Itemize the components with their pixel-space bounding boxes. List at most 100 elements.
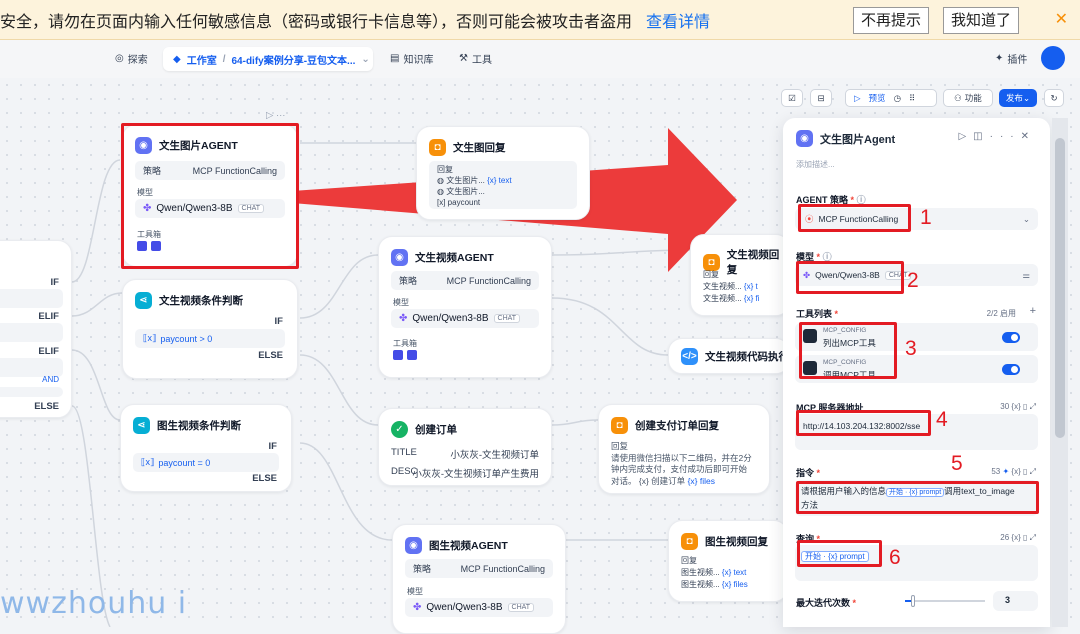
play-icon[interactable]: ▷ — [854, 93, 861, 104]
agent-icon: ◉ — [796, 130, 813, 147]
video-condition-node[interactable]: ⋖ 文生视频条件判断 IF ⟦x⟧ paycount > 0 ELSE — [122, 279, 298, 379]
annotation-box — [796, 481, 1039, 514]
reply-label: 回复 — [681, 556, 697, 565]
model-row: ✤ Qwen/Qwen3-8B CHAT — [391, 309, 539, 328]
annotation-box — [798, 204, 911, 232]
branch-icon: ⋖ — [133, 417, 150, 434]
instruction-tools[interactable]: 53 ✦ {x} ▯ ⤢ — [991, 467, 1036, 477]
query-tools[interactable]: 26 {x} ▯ ⤢ — [1000, 533, 1036, 543]
video-agent-node[interactable]: ◉ 文生视频AGENT 策略 MCP FunctionCalling 模型 ✤ Qwe… — [378, 236, 552, 378]
order-icon: ✓ — [391, 421, 408, 438]
if-label: IF — [268, 441, 277, 452]
annotation-box — [796, 261, 904, 294]
i2v-condition-node[interactable]: ⋖ 图生视频条件判断 IF ⟦x⟧ paycount = 0 ELSE — [120, 404, 292, 492]
server-tools[interactable]: 30 {x} ▯ ⤢ — [1000, 402, 1036, 412]
field-value: 小灰灰-文生视频订单 — [450, 450, 539, 461]
node-title: 图生视频条件判断 — [157, 420, 241, 432]
model-label: 模型 — [393, 298, 409, 307]
reply-var: 图生视频... — [681, 580, 720, 589]
video-reply-node[interactable]: ◘ 文生视频回复 回复 文生视频... {x} t 文生视频... {x} fi — [690, 234, 790, 316]
cond-row — [0, 387, 63, 397]
strategy-label: 策略 — [413, 564, 432, 574]
preview-button[interactable]: 预览 — [869, 92, 886, 104]
left-condition-node[interactable]: IF ELIF ELIF AND ELSE — [0, 240, 72, 418]
tool-toggle[interactable] — [1002, 364, 1020, 375]
image-reply-node[interactable]: ◘ 文生图回复 回复 ◍ 文生图片... {x} text ◍ 文生图片... [… — [416, 126, 590, 220]
annotation-number: 6 — [889, 546, 901, 569]
field-key: TITLE — [391, 447, 417, 458]
annotation-box — [797, 540, 882, 567]
reply-content: 回复 图生视频... {x} text 图生视频... {x} files — [681, 555, 748, 591]
elif-label: ELIF — [38, 346, 59, 357]
features-button[interactable]: ⚇ 功能 — [943, 89, 993, 107]
reply-label: 回复 — [437, 165, 453, 174]
code-icon: </> — [681, 348, 698, 365]
cond-row — [0, 323, 63, 342]
condition-expr: paycount > 0 — [160, 333, 213, 344]
tools-label: 工具列表 * — [796, 309, 839, 319]
annotation-number: 2 — [907, 269, 919, 292]
reply-var: 图生视频... — [681, 568, 720, 577]
history-icon[interactable]: ◷ — [894, 93, 901, 104]
reply-icon: ◘ — [611, 417, 628, 434]
description-input[interactable]: 添加描述... — [796, 159, 835, 170]
video-code-node[interactable]: </> 文生视频代码执行 — [668, 338, 790, 374]
panel-actions[interactable]: ▷◫···✕ — [958, 131, 1036, 142]
server-count: 30 — [1000, 402, 1010, 411]
model-value: Qwen/Qwen3-8B — [412, 313, 489, 324]
reply-body: 对话。 — [611, 475, 637, 486]
env-button[interactable]: ⊟ — [810, 89, 832, 107]
var-tag: {x} t — [743, 282, 758, 291]
condition-row: ⟦x⟧ paycount > 0 — [135, 329, 285, 348]
agent-icon: ◉ — [405, 537, 422, 554]
iteration-slider[interactable] — [905, 595, 985, 607]
reply-var: 文生图片... — [446, 176, 485, 185]
slider-handle[interactable] — [911, 595, 915, 607]
payment-reply-node[interactable]: ◘ 创建支付订单回复 回复 请使用微信扫描以下二维码，并在2分 钟内完成支付，支付… — [598, 404, 770, 494]
publish-button[interactable]: 发布 ⌄ — [999, 89, 1037, 107]
i2v-agent-node[interactable]: ◉ 图生视频AGENT 策略 MCP FunctionCalling 模型 ✤ Qwe… — [392, 524, 566, 634]
chevron-down-icon: ⌄ — [1022, 92, 1031, 103]
var-tag: {x} files — [687, 475, 715, 486]
panel-title: 文生图片Agent — [820, 133, 896, 146]
reply-icon: ◘ — [429, 139, 446, 156]
chevron-down-icon: ⌄ — [1022, 213, 1030, 224]
var-tag: {x} text — [721, 568, 747, 577]
tool-icon — [407, 350, 417, 360]
publish-label: 发布 — [1005, 93, 1023, 103]
reply-content: 回复 请使用微信扫描以下二维码，并在2分 钟内完成支付，支付成功后即可开始 对话… — [611, 441, 752, 487]
reply-content: 回复 文生视频... {x} t 文生视频... {x} fi — [703, 269, 759, 305]
tools-label: 工具箱 — [393, 339, 417, 348]
restore-button[interactable]: ↻ — [1044, 89, 1064, 107]
env-icon: ⊟ — [817, 92, 825, 103]
iteration-input[interactable]: 3 — [993, 591, 1038, 611]
scrollbar[interactable] — [1052, 118, 1068, 627]
condition-row: ⟦x⟧ paycount = 0 — [133, 453, 279, 472]
i2v-reply-node[interactable]: ◘ 图生视频回复 回复 图生视频... {x} text 图生视频... {x} … — [668, 520, 788, 602]
create-order-node[interactable]: ✓ 创建订单 TITLE 小灰灰-文生视频订单 DESC 小灰灰-文生视频订单产生… — [378, 408, 552, 486]
node-title: 文生图回复 — [453, 142, 506, 154]
variable-icon: ⟦x⟧ — [143, 333, 157, 343]
model-value: Qwen/Qwen3-8B — [426, 602, 503, 613]
field-value: 小灰灰-文生视频订单产生费用 — [412, 469, 539, 480]
reply-body: 钟内完成支付，支付成功后即可开始 — [611, 464, 748, 474]
reply-var: 文生视频... — [703, 294, 742, 303]
else-label: ELSE — [258, 350, 283, 361]
panel-header: ◉ 文生图片Agent — [796, 130, 895, 147]
annotation-box — [121, 123, 299, 269]
model-row: ✤ Qwen/Qwen3-8B CHAT — [405, 598, 553, 617]
add-tool-icon[interactable]: + — [1030, 305, 1036, 317]
preview-group: ▷ 预览 ◷ ⠿ — [845, 89, 937, 107]
watermark: wwzhouhu i — [0, 586, 188, 621]
node-actions[interactable]: ▷ ··· — [266, 110, 285, 121]
cond-row — [0, 289, 63, 308]
var-tag: {x} files — [721, 580, 748, 589]
checklist-button[interactable]: ☑ — [781, 89, 803, 107]
scrollbar-thumb[interactable] — [1055, 138, 1065, 438]
tool-toggle[interactable] — [1002, 332, 1020, 343]
annotation-number: 4 — [936, 408, 948, 431]
strategy-row: 策略 MCP FunctionCalling — [405, 559, 553, 578]
checklist-icon: ☑ — [788, 92, 796, 103]
variables-icon[interactable]: ⠿ — [909, 93, 915, 104]
var-tag: {x} 创建订单 — [638, 475, 686, 486]
